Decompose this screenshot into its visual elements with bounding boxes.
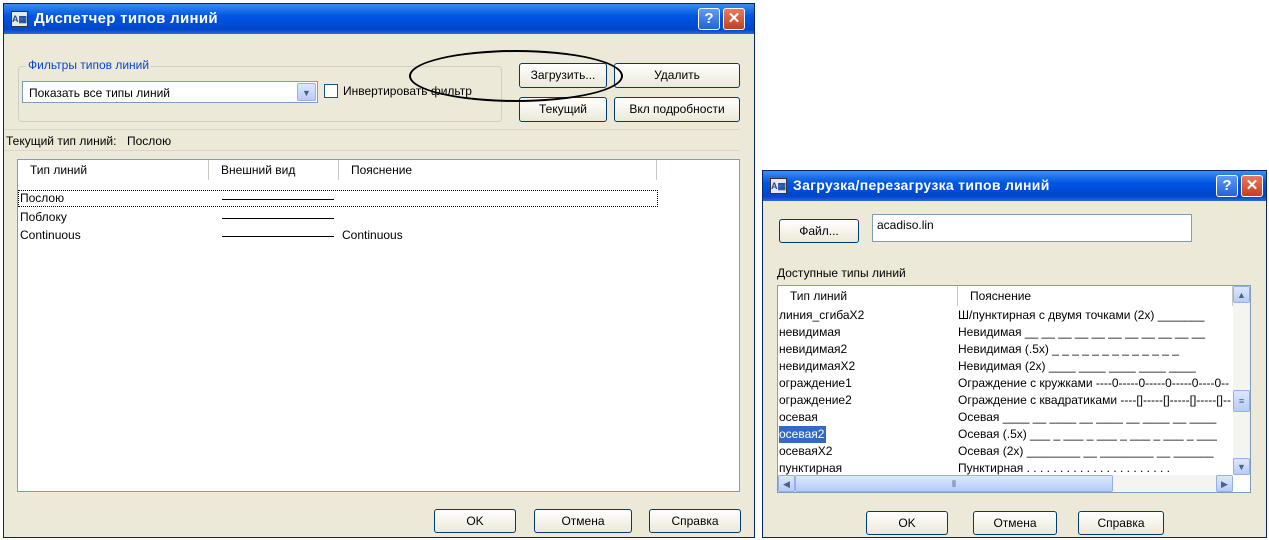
table-row[interactable]: Послою xyxy=(18,190,658,207)
dialog-title: Диспетчер типов линий xyxy=(34,10,218,27)
filter-group-label: Фильтры типов линий xyxy=(26,58,152,72)
title-bar[interactable]: A▦ Загрузка/перезагрузка типов линий ? ✕ xyxy=(763,171,1266,201)
file-name-value: acadiso.lin xyxy=(877,218,934,232)
linetype-list[interactable]: Тип линий Внешний вид Пояснение Послою П… xyxy=(17,159,740,492)
current-linetype-value: Послою xyxy=(127,134,172,148)
show-details-button[interactable]: Вкл подробности xyxy=(614,97,740,122)
dialog-title: Загрузка/перезагрузка типов линий xyxy=(793,177,1050,193)
column-header-description[interactable]: Пояснение xyxy=(958,286,1233,306)
scroll-right-icon[interactable]: ▶ xyxy=(1216,475,1233,492)
autocad-app-icon: A▦ xyxy=(11,11,28,27)
linetype-preview xyxy=(222,199,334,200)
linetype-description: Осевая ____ __ ____ __ ____ __ ____ __ _… xyxy=(958,410,1217,424)
linetype-description: Невидимая __ __ __ __ __ __ __ __ __ __ … xyxy=(958,325,1206,339)
table-row[interactable]: Continuous Continuous xyxy=(18,227,739,244)
cancel-button[interactable]: Отмена xyxy=(534,509,632,533)
linetype-name: Continuous xyxy=(20,228,81,242)
linetype-name: ограждение1 xyxy=(779,376,852,390)
linetype-name: линия_сгибаX2 xyxy=(779,308,865,322)
column-header-linetype[interactable]: Тип линий xyxy=(18,160,209,180)
cancel-button[interactable]: Отмена xyxy=(973,511,1057,535)
table-row[interactable]: ограждение2 Ограждение с квадратиками --… xyxy=(778,392,1250,409)
close-icon[interactable]: ✕ xyxy=(1241,175,1263,197)
column-header-appearance[interactable]: Внешний вид xyxy=(209,160,339,180)
column-header-linetype[interactable]: Тип линий xyxy=(778,286,958,306)
linetype-description: Continuous xyxy=(342,228,403,242)
delete-button[interactable]: Удалить xyxy=(614,63,740,88)
title-bar[interactable]: A▦ Диспетчер типов линий ? ✕ xyxy=(4,4,754,34)
autocad-app-icon: A▦ xyxy=(770,178,787,194)
linetype-description: Невидимая (.5x) _ _ _ _ _ _ _ _ _ _ _ _ … xyxy=(958,342,1179,356)
highlight-oval xyxy=(409,50,623,102)
table-row[interactable]: ограждение1 Ограждение с кружками ----0-… xyxy=(778,375,1250,392)
help-button[interactable]: Справка xyxy=(649,509,741,533)
file-name-field[interactable]: acadiso.lin xyxy=(872,214,1192,242)
current-linetype-bar: Текущий тип линий: Послою xyxy=(4,129,740,151)
linetype-name: невидимаяX2 xyxy=(779,359,856,373)
chevron-down-icon[interactable]: ▼ xyxy=(297,83,316,101)
help-button[interactable]: Справка xyxy=(1078,511,1164,535)
horizontal-scrollbar[interactable]: ◀ ⦀ ▶ xyxy=(778,475,1233,492)
linetype-name: невидимая2 xyxy=(779,342,848,356)
linetype-name: Послою xyxy=(20,191,65,205)
linetype-name: невидимая xyxy=(779,325,841,339)
linetype-description: Ограждение с квадратиками ----[]-----[]-… xyxy=(958,393,1231,407)
linetype-name: осевая2 xyxy=(779,426,827,443)
linetype-manager-dialog: A▦ Диспетчер типов линий ? ✕ Фильтры тип… xyxy=(3,3,755,538)
scroll-thumb[interactable]: ≡ xyxy=(1233,390,1250,412)
help-icon[interactable]: ? xyxy=(698,8,720,30)
ok-button[interactable]: OK xyxy=(866,511,948,535)
linetype-description: Ограждение с кружками ----0-----0-----0-… xyxy=(958,376,1230,390)
table-row[interactable]: невидимая Невидимая __ __ __ __ __ __ __… xyxy=(778,324,1250,341)
linetype-name: Поблоку xyxy=(20,210,67,224)
scroll-thumb-horizontal[interactable]: ⦀ xyxy=(795,475,1113,492)
linetype-preview xyxy=(222,218,334,219)
filter-dropdown[interactable]: Показать все типы линий ▼ xyxy=(22,81,318,103)
filter-dropdown-value: Показать все типы линий xyxy=(29,86,170,100)
column-header-description[interactable]: Пояснение xyxy=(339,160,657,180)
scroll-up-icon[interactable]: ▲ xyxy=(1233,286,1250,303)
linetype-description: Невидимая (2x) ____ ____ ____ ____ ____ xyxy=(958,359,1196,373)
table-row[interactable]: невидимая2 Невидимая (.5x) _ _ _ _ _ _ _… xyxy=(778,341,1250,358)
load-linetypes-dialog: A▦ Загрузка/перезагрузка типов линий ? ✕… xyxy=(762,170,1267,538)
table-row-selected[interactable]: осевая2 Осевая (.5x) ___ _ ___ _ ___ _ _… xyxy=(778,426,1250,443)
linetype-preview xyxy=(222,236,334,237)
linetype-description: Осевая (2x) ________ __ ________ __ ____… xyxy=(958,444,1214,458)
table-row[interactable]: осевая Осевая ____ __ ____ __ ____ __ __… xyxy=(778,409,1250,426)
file-button[interactable]: Файл... xyxy=(779,219,859,243)
help-icon[interactable]: ? xyxy=(1216,175,1238,197)
available-linetypes-label: Доступные типы линий xyxy=(777,266,906,280)
table-row[interactable]: осеваяX2 Осевая (2x) ________ __ _______… xyxy=(778,443,1250,460)
vertical-scrollbar[interactable]: ▲ ≡ ▼ xyxy=(1233,286,1250,475)
linetype-description: Ш/пунктирная с двумя точками (2x) ______… xyxy=(958,308,1205,322)
linetype-name: осеваяX2 xyxy=(779,444,833,458)
linetype-name: ограждение2 xyxy=(779,393,852,407)
close-icon[interactable]: ✕ xyxy=(723,8,745,30)
table-row[interactable]: линия_сгибаX2 Ш/пунктирная с двумя точка… xyxy=(778,307,1250,324)
table-row[interactable]: Поблоку xyxy=(18,209,739,226)
ok-button[interactable]: OK xyxy=(434,509,516,533)
current-linetype-label: Текущий тип линий: xyxy=(6,134,117,148)
scroll-down-icon[interactable]: ▼ xyxy=(1233,458,1250,475)
linetype-description: Осевая (.5x) ___ _ ___ _ ___ _ ___ _ ___… xyxy=(958,427,1217,441)
available-linetypes-list[interactable]: Тип линий Пояснение линия_сгибаX2 Ш/пунк… xyxy=(777,285,1251,493)
invert-filter-checkbox[interactable] xyxy=(324,84,338,98)
table-row[interactable]: невидимаяX2 Невидимая (2x) ____ ____ ___… xyxy=(778,358,1250,375)
linetype-name: осевая xyxy=(779,410,818,424)
scroll-left-icon[interactable]: ◀ xyxy=(778,475,795,492)
